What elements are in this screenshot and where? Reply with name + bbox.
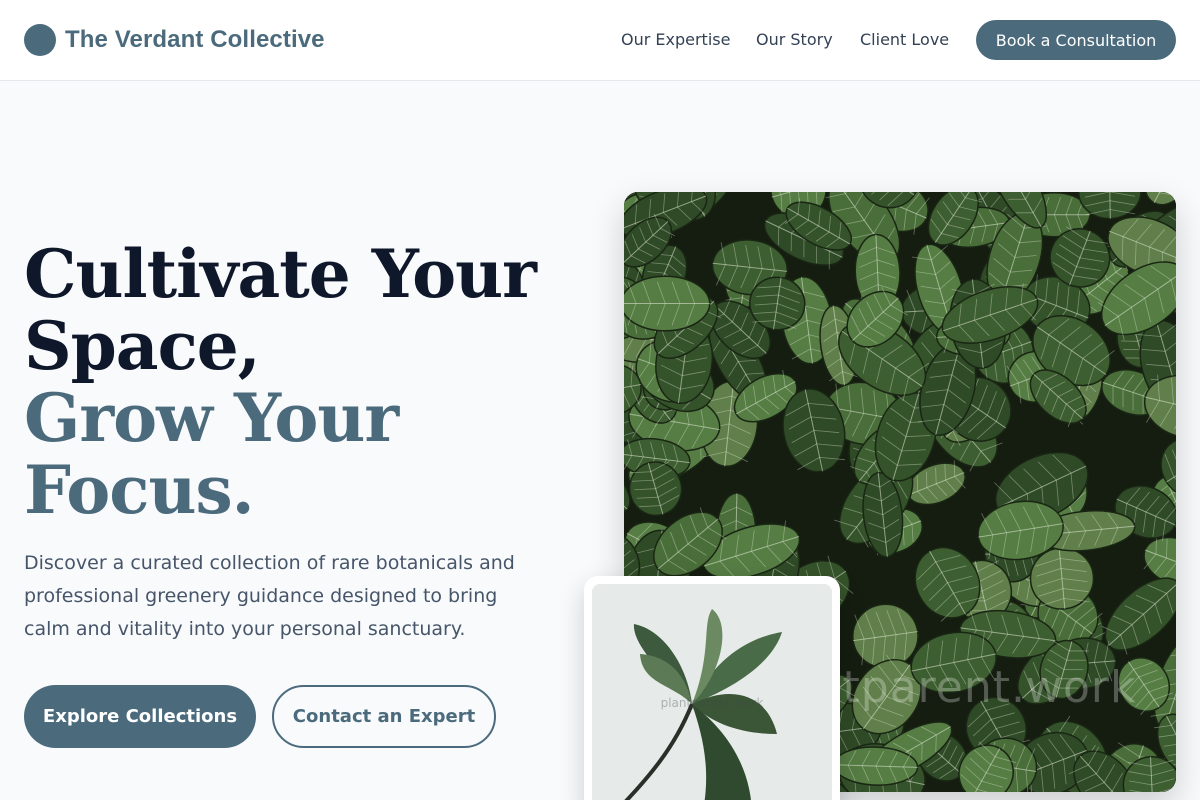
nav-link-client-love[interactable]: Client Love: [860, 30, 949, 50]
hero-headline: Cultivate Your Space, Grow Your Focus.: [24, 238, 584, 526]
site-header: The Verdant Collective Our Expertise Our…: [0, 0, 1200, 81]
headline-line-4: Focus.: [24, 451, 255, 529]
contact-expert-button[interactable]: Contact an Expert: [272, 685, 496, 748]
logo-circle-icon[interactable]: [24, 24, 56, 56]
inset-image-card: plantparent.work: [584, 576, 840, 800]
nav-link-our-expertise[interactable]: Our Expertise: [621, 30, 730, 50]
headline-line-3: Grow Your: [24, 379, 399, 457]
headline-line-1: Cultivate Your: [24, 235, 537, 313]
book-consultation-button[interactable]: Book a Consultation: [976, 20, 1176, 60]
stem-plant-illustration: [592, 584, 832, 800]
inset-plant-image: plantparent.work: [592, 584, 832, 800]
explore-collections-button[interactable]: Explore Collections: [24, 685, 256, 748]
brand-name[interactable]: The Verdant Collective: [65, 24, 325, 56]
nav-link-our-story[interactable]: Our Story: [756, 30, 833, 50]
headline-line-2: Space,: [24, 307, 261, 385]
hero-description: Discover a curated collection of rare bo…: [24, 552, 515, 640]
